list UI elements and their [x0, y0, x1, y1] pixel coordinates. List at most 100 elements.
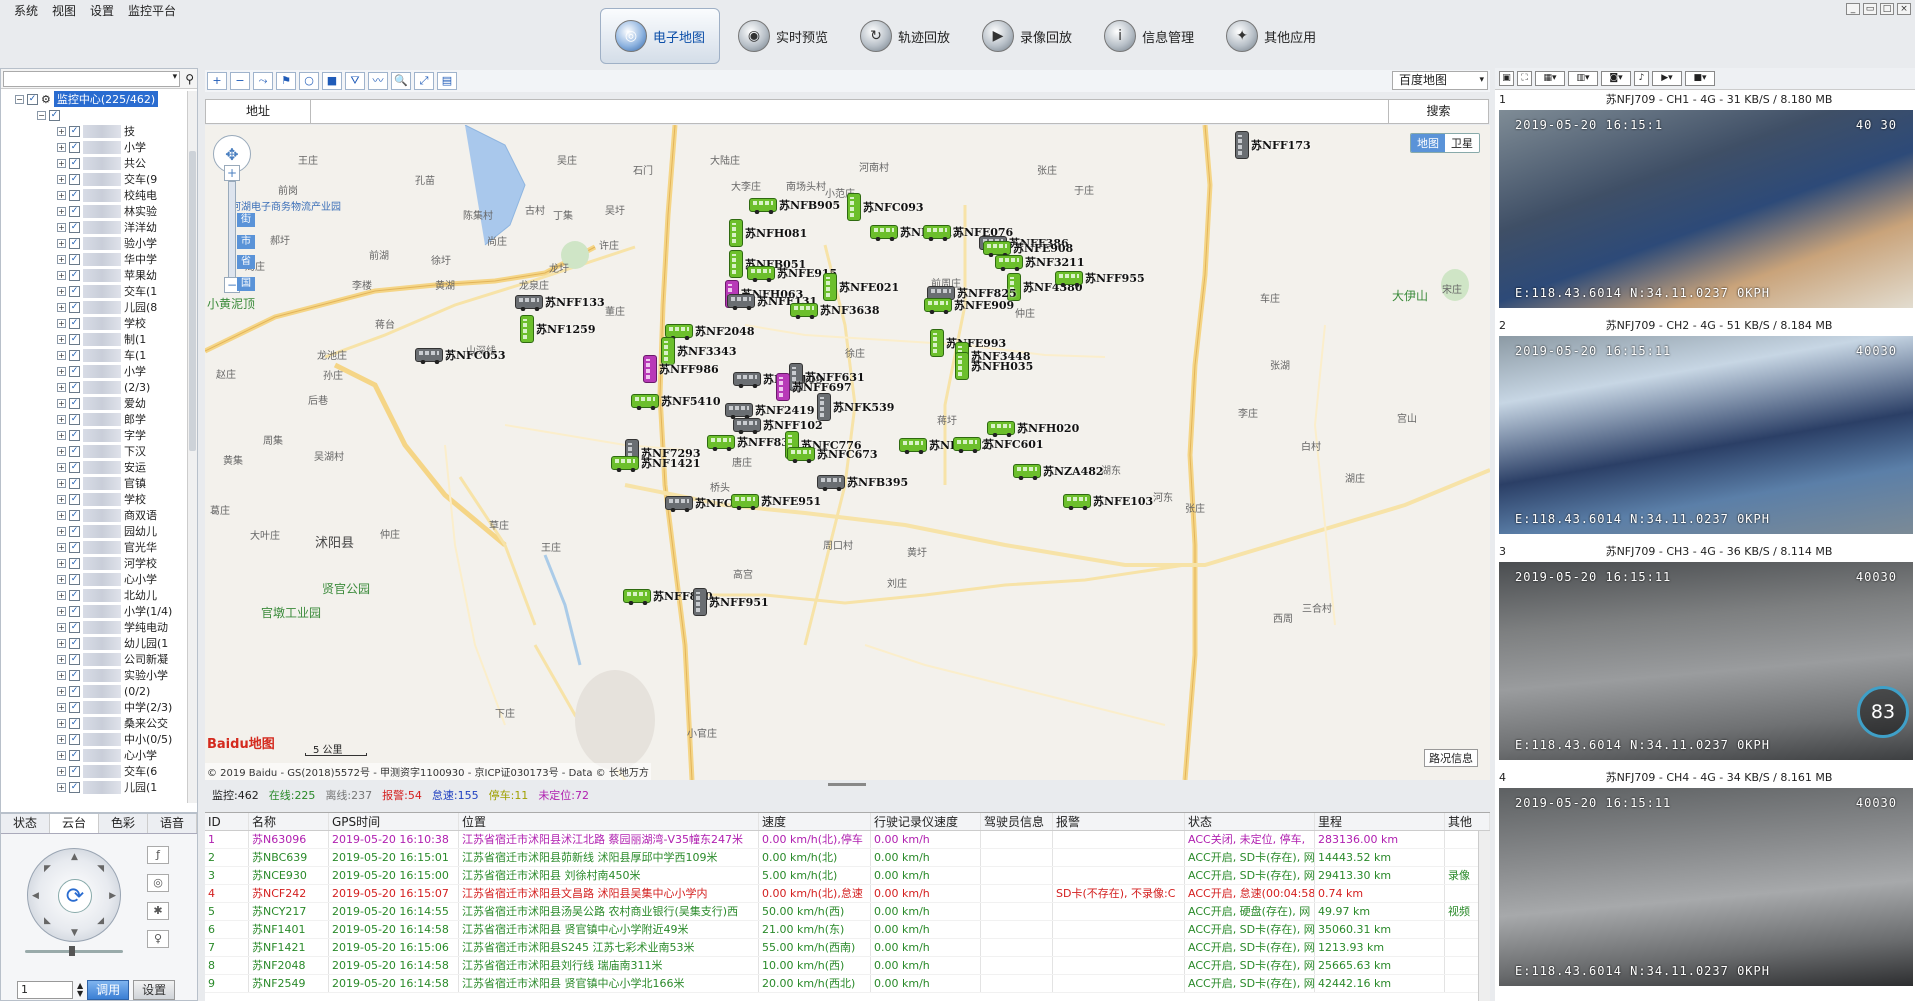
tree-checkbox[interactable]: ✓ — [69, 653, 80, 665]
expand-toggle[interactable]: + — [57, 510, 66, 520]
tree-item[interactable]: + ✓ 交车(1 — [1, 283, 187, 299]
tree-checkbox[interactable]: ✓ — [69, 749, 80, 761]
search-icon[interactable]: ⚲ — [182, 72, 197, 86]
vehicle-marker[interactable]: 苏NFF133 — [515, 294, 605, 311]
nav-live-preview[interactable]: ◉ 实时预览 — [724, 8, 842, 64]
tree-checkbox[interactable]: ✓ — [69, 605, 80, 617]
tree-checkbox[interactable]: ✓ — [69, 541, 80, 553]
tree-checkbox[interactable]: ✓ — [69, 173, 80, 185]
tree-item[interactable]: + ✓ 商双语 — [1, 507, 187, 523]
tree-item[interactable]: + ✓ 心小学 — [1, 571, 187, 587]
tree-checkbox[interactable]: ✓ — [69, 157, 80, 169]
expand-toggle[interactable]: + — [57, 622, 66, 632]
expand-toggle[interactable]: + — [57, 222, 66, 232]
column-header[interactable]: 名称 — [249, 813, 329, 830]
tree-checkbox[interactable]: ✓ — [69, 365, 80, 377]
column-header[interactable]: GPS时间 — [329, 813, 459, 830]
vehicle-marker[interactable]: 苏NFB905 — [749, 197, 840, 214]
tree-item[interactable]: + ✓ 河学校 — [1, 555, 187, 571]
road-info-button[interactable]: 路况信息 — [1424, 749, 1478, 767]
vehicle-marker[interactable]: 苏NFF986 — [643, 355, 719, 383]
tree-item[interactable]: + ✓ 儿园(8 — [1, 299, 187, 315]
tree-checkbox[interactable]: ✓ — [69, 717, 80, 729]
expand-toggle[interactable]: + — [57, 398, 66, 408]
vehicle-marker[interactable]: 苏NF3638 — [790, 302, 879, 319]
vehicle-marker[interactable]: 苏NF3211 — [995, 254, 1084, 271]
video-frame[interactable]: 2019-05-20 16:15:11 40030 E:118.43.6014 N:… — [1499, 562, 1913, 760]
vehicle-marker[interactable]: 苏NF5410 — [631, 393, 720, 410]
tree-checkbox[interactable]: ✓ — [69, 333, 80, 345]
tree-checkbox[interactable]: ✓ — [69, 589, 80, 601]
expand-toggle[interactable]: + — [57, 686, 66, 696]
address-search-button[interactable]: 搜索 — [1388, 100, 1488, 123]
vehicle-marker[interactable]: 苏NFC053 — [415, 347, 506, 364]
fit-tool-button[interactable]: ⤢ — [414, 72, 434, 90]
table-row[interactable]: 9 苏NF2549 2019-05-20 16:14:58 江苏省宿迁市沭阳县 贤官镇… — [205, 975, 1490, 993]
vehicle-marker[interactable]: 苏NFC093 — [847, 193, 924, 221]
tree-checkbox[interactable]: ✓ — [69, 765, 80, 777]
menu-system[interactable]: 系统 — [14, 2, 38, 19]
nav-track-playback[interactable]: ↻ 轨迹回放 — [846, 8, 964, 64]
zoom-out-tool-button[interactable]: − — [230, 72, 250, 90]
tree-item[interactable]: + ✓ 安运 — [1, 459, 187, 475]
expand-toggle[interactable]: + — [57, 734, 66, 744]
collapse-toggle[interactable]: − — [37, 110, 46, 120]
video-channel[interactable]: 2 苏NFJ709 - CH2 - 4G - 51 KB/S / 8.184 MB… — [1495, 316, 1915, 542]
tree-checkbox[interactable]: ✓ — [69, 493, 80, 505]
tree-item[interactable]: + ✓ 验小学 — [1, 235, 187, 251]
tree-item[interactable]: + ✓ 实验小学 — [1, 667, 187, 683]
expand-toggle[interactable]: + — [57, 670, 66, 680]
tree-checkbox[interactable]: ✓ — [69, 685, 80, 697]
tree-checkbox[interactable]: ✓ — [69, 781, 80, 793]
arrow-down-right-icon[interactable]: ◢ — [97, 916, 104, 926]
tree-item[interactable]: + ✓ 小学 — [1, 363, 187, 379]
tree-item[interactable]: + ✓ 制(1 — [1, 331, 187, 347]
layout-icon[interactable]: ▣ — [1499, 71, 1514, 86]
tab-color[interactable]: 色彩 — [99, 814, 148, 833]
status-counter[interactable]: 在线:225 — [269, 787, 316, 803]
tree-item[interactable]: + ✓ 苹果幼 — [1, 267, 187, 283]
tree-checkbox[interactable]: ✓ — [69, 253, 80, 265]
expand-toggle[interactable]: + — [57, 606, 66, 616]
zoom-level-city[interactable]: 市 — [237, 235, 255, 249]
ptz-speed-slider[interactable] — [25, 946, 123, 956]
tree-item[interactable]: + ✓ 下汉 — [1, 443, 187, 459]
address-input[interactable] — [311, 100, 1388, 123]
tree-item[interactable]: + ✓ 爱幼 — [1, 395, 187, 411]
expand-toggle[interactable]: + — [57, 766, 66, 776]
tree-scrollbar[interactable] — [187, 91, 197, 803]
expand-toggle[interactable]: + — [57, 654, 66, 664]
expand-toggle[interactable]: + — [57, 382, 66, 392]
mute-icon[interactable]: ♪ — [1634, 71, 1649, 86]
tree-item[interactable]: + ✓ 公司新凝 — [1, 651, 187, 667]
maximize-button[interactable]: □ — [1880, 3, 1894, 15]
expand-toggle[interactable]: + — [57, 430, 66, 440]
video-frame[interactable]: 2019-05-20 16:15:1 40 30 E:118.43.6014 N:3… — [1499, 110, 1913, 308]
vehicle-marker[interactable]: 苏NFF173 — [1235, 131, 1311, 159]
status-counter[interactable]: 离线:237 — [325, 787, 372, 803]
tree-item[interactable]: + ✓ (0/2) — [1, 683, 187, 699]
arrow-right-icon[interactable]: ▶ — [109, 891, 116, 901]
expand-toggle[interactable]: + — [57, 638, 66, 648]
vehicle-marker[interactable]: 苏NF1259 — [520, 315, 595, 343]
route-tool-button[interactable]: ⤳ — [253, 72, 273, 90]
light-icon[interactable]: ♀ — [147, 930, 169, 948]
expand-toggle[interactable]: + — [57, 558, 66, 568]
table-row[interactable]: 4 苏NCF242 2019-05-20 16:15:07 江苏省宿迁市沭阳县文昌路 … — [205, 885, 1490, 903]
expand-toggle[interactable]: + — [57, 478, 66, 488]
tree-checkbox[interactable]: ✓ — [69, 397, 80, 409]
circle-tool-button[interactable]: ○ — [299, 72, 319, 90]
vehicle-marker[interactable]: 苏NFB395 — [817, 474, 908, 491]
auto-rotate-icon[interactable]: ⟳ — [58, 879, 92, 913]
tree-checkbox[interactable]: ✓ — [69, 269, 80, 281]
table-scrollbar[interactable] — [1478, 831, 1490, 1001]
tree-checkbox[interactable]: ✓ — [69, 285, 80, 297]
tree-checkbox[interactable]: ✓ — [69, 205, 80, 217]
vehicle-marker[interactable]: 苏NFE021 — [823, 273, 899, 301]
tree-item[interactable]: + ✓ 中小(0/5) — [1, 731, 187, 747]
expand-toggle[interactable]: + — [57, 350, 66, 360]
vehicle-marker[interactable]: 苏NFH020 — [987, 420, 1079, 437]
tree-search-input[interactable] — [3, 70, 181, 87]
close-button[interactable]: × — [1897, 3, 1911, 15]
table-row[interactable]: 2 苏NBC639 2019-05-20 16:15:01 江苏省宿迁市沭阳县茆新线 … — [205, 849, 1490, 867]
